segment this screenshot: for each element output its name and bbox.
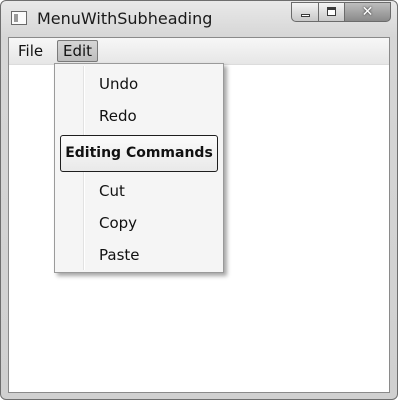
edit-menu-dropdown: Undo Redo Editing Commands Cut Copy Past…	[54, 63, 224, 273]
window-app-icon	[11, 11, 27, 25]
menu-subheading: Editing Commands	[60, 135, 218, 172]
menu-item-undo[interactable]: Undo	[99, 73, 138, 95]
maximize-button[interactable]	[319, 2, 345, 22]
title-bar[interactable]: MenuWithSubheading ✕	[1, 1, 397, 37]
close-button[interactable]: ✕	[345, 2, 391, 22]
menu-item-copy[interactable]: Copy	[99, 212, 137, 234]
caption-buttons: ✕	[291, 2, 391, 22]
menu-edit[interactable]: Edit	[57, 40, 99, 62]
menu-item-redo[interactable]: Redo	[99, 105, 137, 127]
minimize-button[interactable]	[291, 2, 319, 22]
menu-item-cut[interactable]: Cut	[99, 180, 125, 202]
menu-file[interactable]: File	[13, 40, 48, 62]
menu-item-paste[interactable]: Paste	[99, 244, 140, 266]
menu-bar: File Edit	[9, 38, 389, 65]
close-icon: ✕	[361, 4, 374, 20]
window-title: MenuWithSubheading	[37, 9, 213, 28]
